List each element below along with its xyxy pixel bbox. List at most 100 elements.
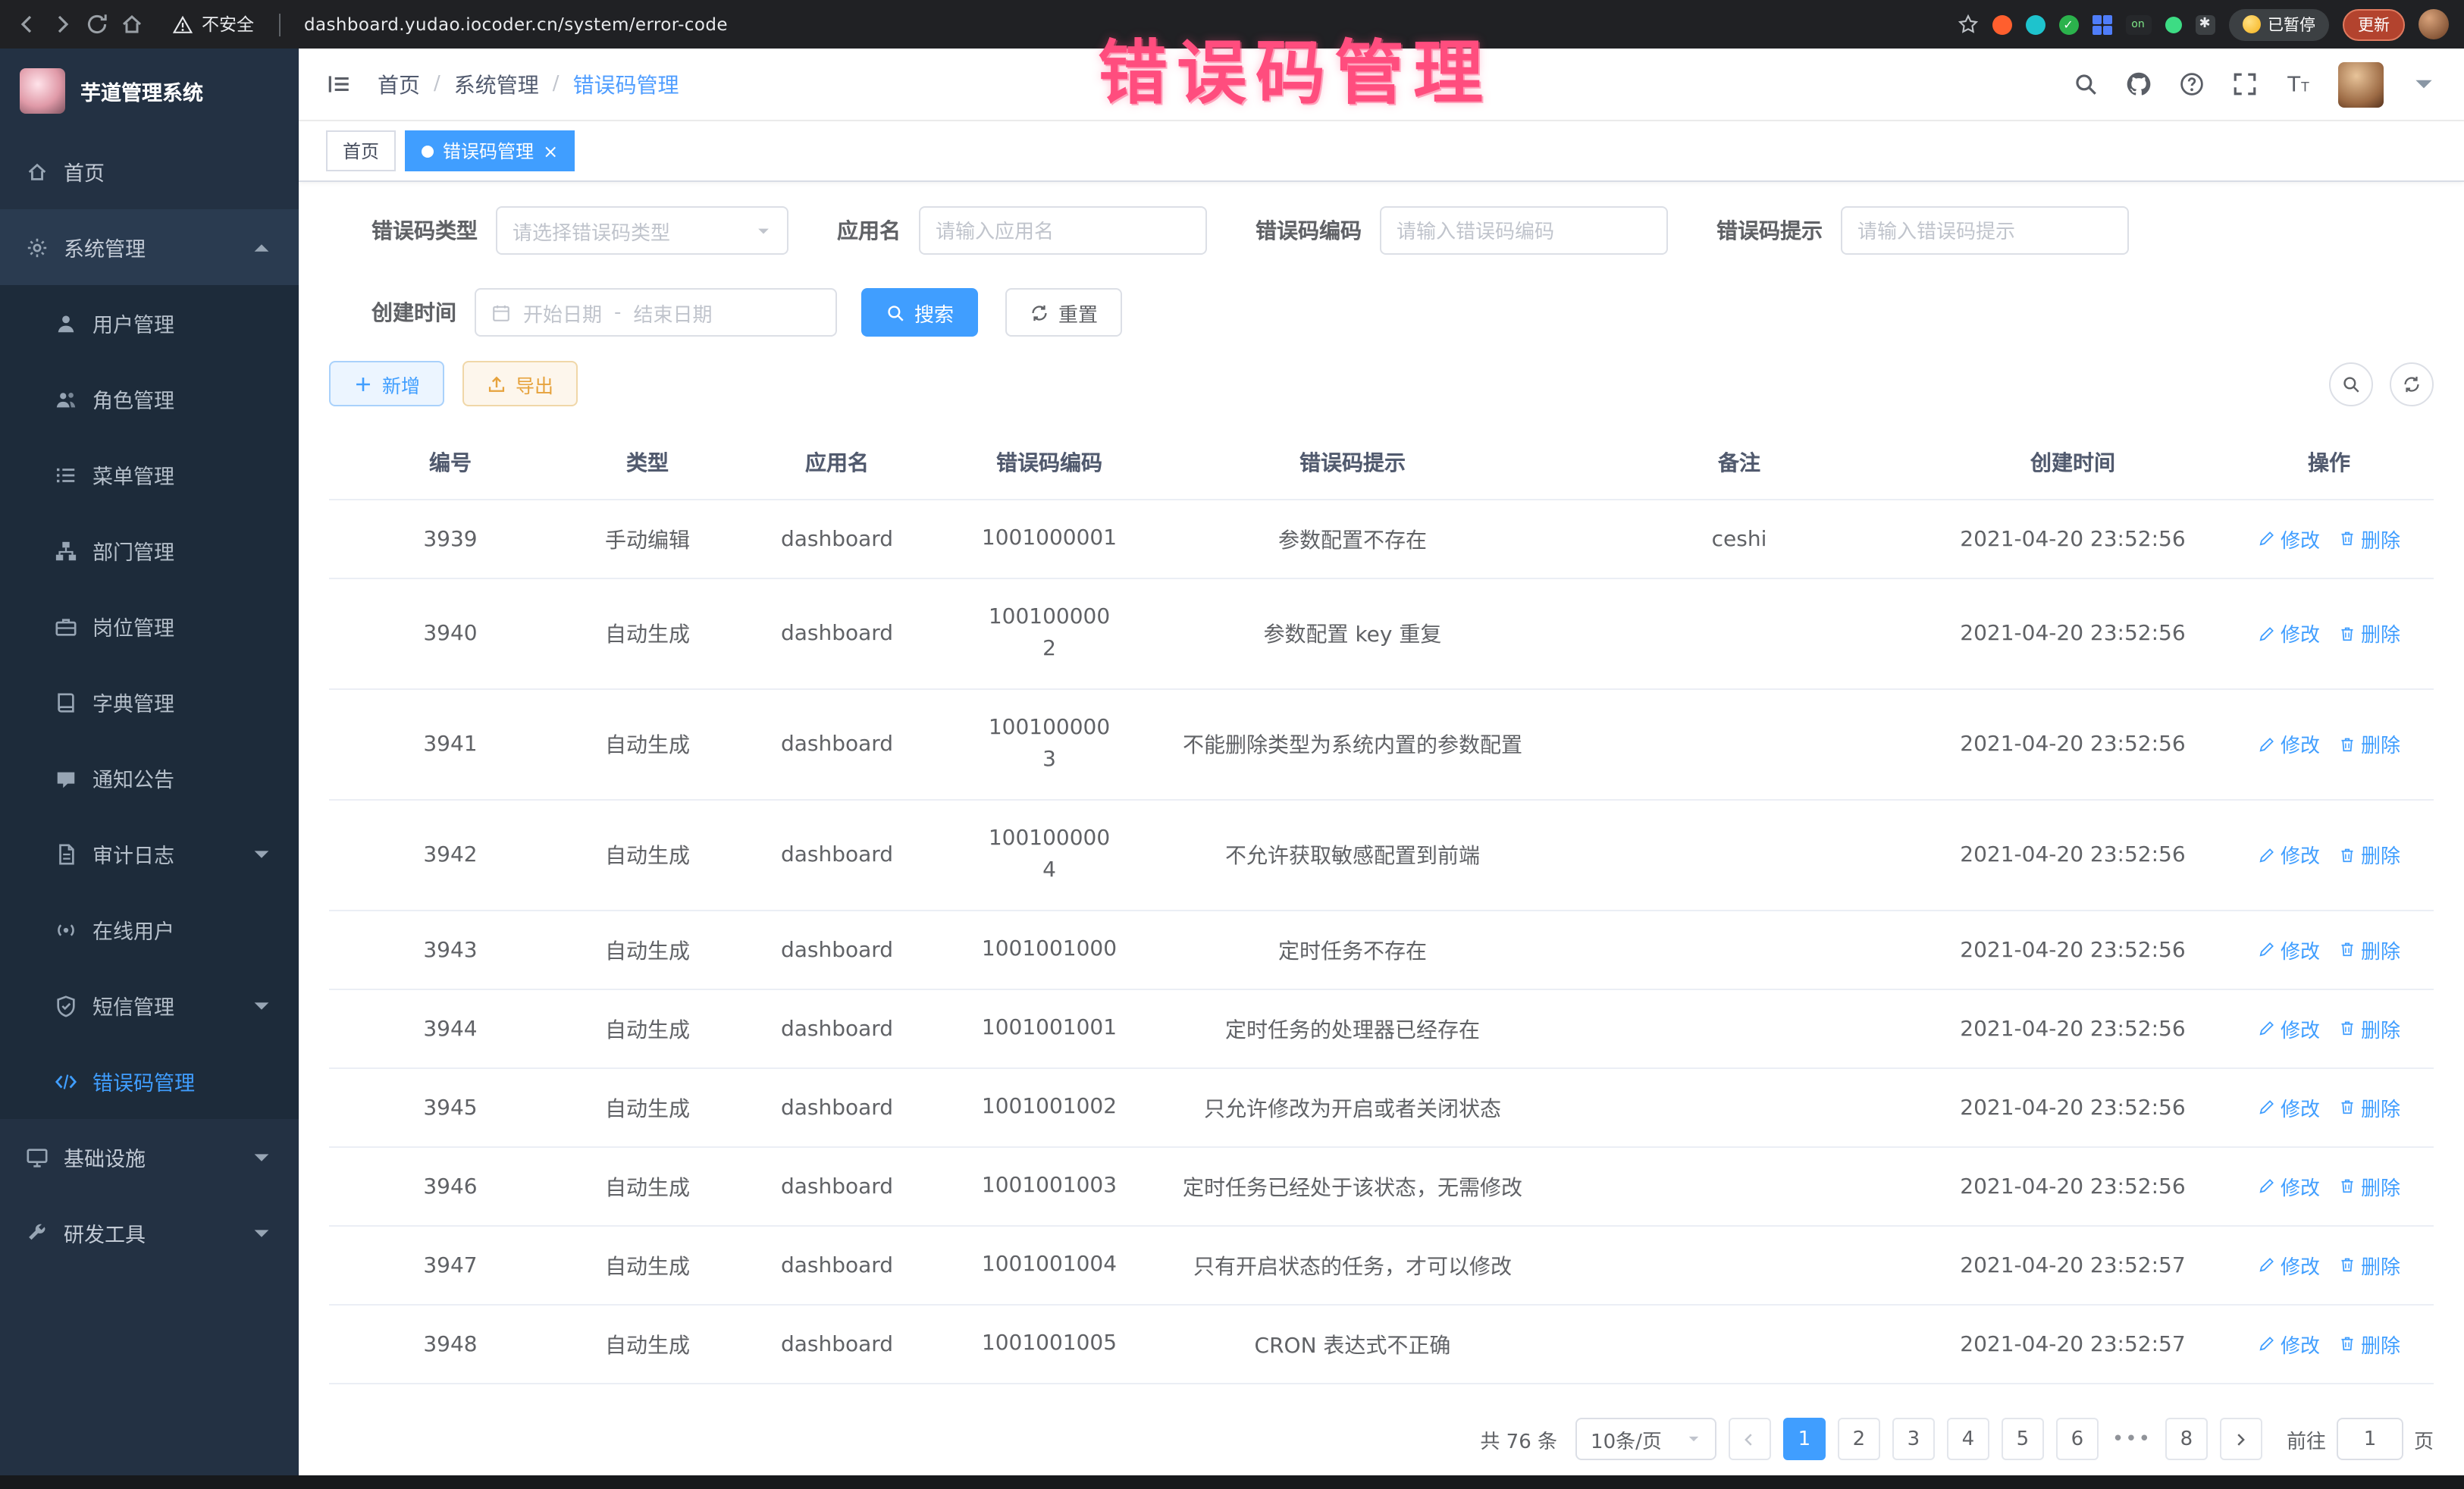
sidebar-item-dev-tools[interactable]: 研发工具: [0, 1195, 299, 1271]
delete-link[interactable]: 删除: [2338, 1172, 2400, 1201]
delete-link[interactable]: 删除: [2338, 841, 2400, 870]
error-type-select[interactable]: 请选择错误码类型: [496, 206, 788, 255]
user-avatar[interactable]: [2338, 61, 2384, 107]
sidebar-item-user-management[interactable]: 用户管理: [0, 285, 299, 361]
sidebar-item-label: 通知公告: [92, 763, 174, 793]
error-code-input[interactable]: [1380, 206, 1668, 255]
next-page-button[interactable]: [2220, 1418, 2262, 1460]
page-button-8[interactable]: 8: [2165, 1418, 2208, 1460]
browser-home-icon[interactable]: [120, 12, 144, 36]
reload-icon[interactable]: [85, 12, 109, 36]
delete-link[interactable]: 删除: [2338, 525, 2400, 553]
page-button-5[interactable]: 5: [2002, 1418, 2044, 1460]
edit-link[interactable]: 修改: [2258, 619, 2320, 648]
prev-page-button[interactable]: [1729, 1418, 1771, 1460]
browser-profile-avatar[interactable]: [2419, 9, 2449, 39]
reset-button[interactable]: 重置: [1005, 288, 1122, 337]
create-time-label: 创建时间: [371, 297, 456, 328]
breadcrumb-item[interactable]: 系统管理: [454, 69, 539, 99]
fullscreen-icon[interactable]: [2232, 71, 2258, 97]
goto-suffix: 页: [2414, 1425, 2434, 1453]
sidebar-item-audit-log[interactable]: 审计日志: [0, 816, 299, 892]
page-button-1[interactable]: 1: [1783, 1418, 1826, 1460]
site-security[interactable]: 不安全: [173, 12, 254, 36]
cell-time: 2021-04-20 23:52:56: [1921, 500, 2224, 578]
edit-link[interactable]: 修改: [2258, 1093, 2320, 1122]
sidebar-fold-icon[interactable]: [326, 71, 352, 97]
show-search-button[interactable]: [2329, 362, 2373, 406]
date-range-picker[interactable]: 开始日期 - 结束日期: [475, 288, 837, 337]
edit-link[interactable]: 修改: [2258, 1014, 2320, 1043]
extension-grid-icon[interactable]: [2092, 14, 2111, 34]
github-icon[interactable]: [2126, 71, 2152, 97]
sidebar-item-sms-management[interactable]: 短信管理: [0, 967, 299, 1043]
goto-page-input[interactable]: [2337, 1418, 2403, 1460]
app-name-input[interactable]: [919, 206, 1207, 255]
sidebar-item-infrastructure[interactable]: 基础设施: [0, 1119, 299, 1195]
code-icon: [55, 1070, 77, 1092]
extension-on-badge[interactable]: on: [2125, 14, 2151, 34]
extension-icon[interactable]: [1992, 14, 2011, 34]
delete-link[interactable]: 删除: [2338, 1093, 2400, 1122]
page-more-button[interactable]: •••: [2111, 1418, 2153, 1460]
search-button[interactable]: 搜索: [861, 288, 978, 337]
error-hint-input[interactable]: [1841, 206, 2129, 255]
list-icon: [55, 463, 77, 486]
search-icon[interactable]: [2073, 71, 2099, 97]
page-size-select[interactable]: 10条/页: [1575, 1418, 1716, 1460]
start-date-placeholder: 开始日期: [523, 298, 602, 327]
extension-icon[interactable]: [2165, 16, 2181, 33]
export-button[interactable]: 导出: [462, 361, 578, 406]
page-button-3[interactable]: 3: [1892, 1418, 1935, 1460]
paused-pill[interactable]: 已暂停: [2228, 8, 2329, 40]
sidebar-item-notice[interactable]: 通知公告: [0, 740, 299, 816]
chevron-down-icon[interactable]: [2411, 71, 2437, 97]
sidebar-item-dept-management[interactable]: 部门管理: [0, 513, 299, 588]
page-button-6[interactable]: 6: [2056, 1418, 2099, 1460]
refresh-table-button[interactable]: [2390, 362, 2434, 406]
forward-icon[interactable]: [50, 12, 74, 36]
extension-icon[interactable]: ✓: [2058, 14, 2078, 34]
delete-link[interactable]: 删除: [2338, 730, 2400, 759]
app-logo[interactable]: 芋道管理系统: [0, 49, 299, 133]
sidebar-item-home[interactable]: 首页: [0, 133, 299, 209]
edit-link[interactable]: 修改: [2258, 936, 2320, 964]
delete-link[interactable]: 删除: [2338, 619, 2400, 648]
breadcrumb-item[interactable]: 首页: [378, 69, 420, 99]
update-button[interactable]: 更新: [2343, 8, 2405, 40]
edit-link[interactable]: 修改: [2258, 841, 2320, 870]
sidebar-item-menu-management[interactable]: 菜单管理: [0, 437, 299, 513]
back-icon[interactable]: [15, 12, 39, 36]
extension-pin-icon[interactable]: ✱: [2195, 14, 2215, 34]
page-button-2[interactable]: 2: [1838, 1418, 1880, 1460]
error-code-table: 编号类型应用名错误码编码错误码提示备注创建时间操作 3939手动编辑dashbo…: [329, 426, 2434, 1384]
edit-link[interactable]: 修改: [2258, 1172, 2320, 1201]
sidebar-item-role-management[interactable]: 角色管理: [0, 361, 299, 437]
pagination: 共 76 条 10条/页 123456•••8 前往 页: [329, 1418, 2434, 1460]
bookmark-star-icon[interactable]: [1957, 14, 1978, 35]
delete-link[interactable]: 删除: [2338, 1014, 2400, 1043]
edit-link[interactable]: 修改: [2258, 525, 2320, 553]
chevron-down-icon: [250, 1146, 273, 1168]
sidebar-item-online-users[interactable]: 在线用户: [0, 892, 299, 967]
sidebar-item-error-code-management[interactable]: 错误码管理: [0, 1043, 299, 1119]
address-bar[interactable]: dashboard.yudao.iocoder.cn/system/error-…: [304, 14, 728, 35]
tab-首页[interactable]: 首页: [326, 130, 396, 171]
edit-link[interactable]: 修改: [2258, 1330, 2320, 1359]
gear-icon: [26, 236, 49, 259]
delete-link[interactable]: 删除: [2338, 1330, 2400, 1359]
delete-link[interactable]: 删除: [2338, 936, 2400, 964]
add-button[interactable]: 新增: [329, 361, 444, 406]
font-size-icon[interactable]: TT: [2285, 71, 2311, 97]
page-button-4[interactable]: 4: [1947, 1418, 1989, 1460]
close-tab-icon[interactable]: ×: [543, 142, 558, 160]
help-icon[interactable]: [2179, 71, 2205, 97]
sidebar-item-dict-management[interactable]: 字典管理: [0, 664, 299, 740]
delete-link[interactable]: 删除: [2338, 1251, 2400, 1280]
edit-link[interactable]: 修改: [2258, 730, 2320, 759]
sidebar-item-system-management[interactable]: 系统管理: [0, 209, 299, 285]
sidebar-item-post-management[interactable]: 岗位管理: [0, 588, 299, 664]
tab-错误码管理[interactable]: 错误码管理×: [405, 130, 575, 171]
extension-icon[interactable]: [2025, 14, 2045, 34]
edit-link[interactable]: 修改: [2258, 1251, 2320, 1280]
